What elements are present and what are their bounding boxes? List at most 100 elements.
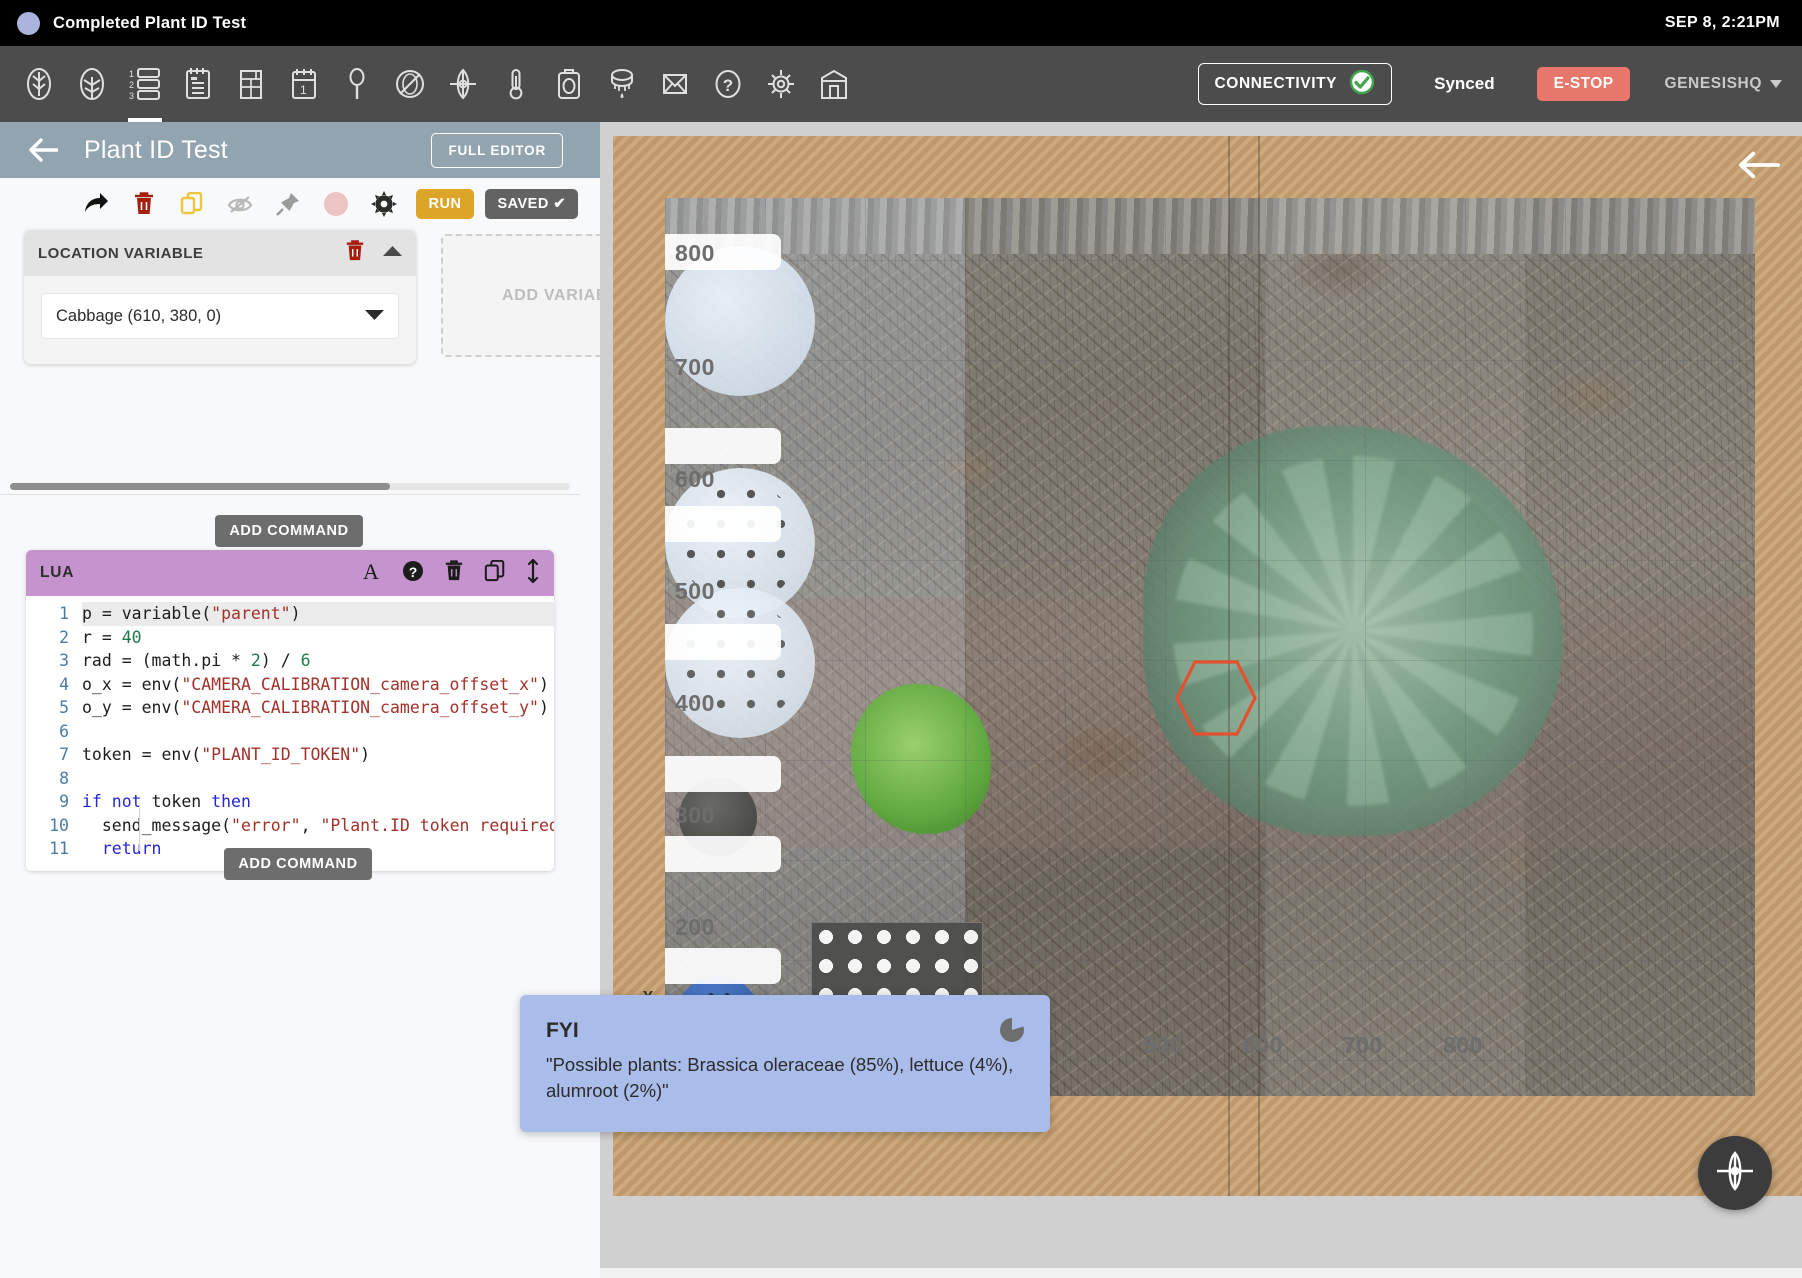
account-menu[interactable]: GENESISHQ [1664, 75, 1782, 93]
trash-icon[interactable] [120, 182, 168, 226]
x-axis-label: 800 [1443, 1032, 1483, 1058]
code-line[interactable]: 7 token = env("PLANT_ID_TOKEN") [26, 743, 554, 767]
code-line-number: 2 [59, 627, 69, 647]
account-label: GENESISHQ [1664, 75, 1762, 92]
chevron-up-icon[interactable] [383, 244, 402, 262]
code-line[interactable]: 1 p = variable("parent") [26, 602, 554, 626]
weeds-icon[interactable] [387, 46, 433, 122]
code-line-text: o_y = env("CAMERA_CALIBRATION_camera_off… [82, 698, 549, 717]
code-line-number: 6 [59, 721, 69, 741]
thermometer-icon[interactable] [493, 46, 539, 122]
variables-strip: ADD VARIABLE LOCATION VARIABLE Cabbage (… [0, 230, 600, 880]
chevron-down-icon [365, 307, 384, 326]
location-variable-card: LOCATION VARIABLE Cabbage (610, 380, 0) [24, 230, 416, 364]
full-editor-button[interactable]: FULL EDITOR [431, 132, 563, 168]
location-variable-header: LOCATION VARIABLE [24, 230, 416, 276]
sequence-editor-panel: Plant ID Test FULL EDITOR RUN SAVED ✔ AD… [0, 122, 600, 1278]
leaf-icon[interactable] [69, 46, 115, 122]
lua-command-card: LUA A ? 1 p = variable("parent") 2 r = 4… [26, 550, 554, 871]
code-line-number: 4 [59, 674, 69, 694]
code-line[interactable]: 5 o_y = env("CAMERA_CALIBRATION_camera_of… [26, 696, 554, 720]
y-axis-tab [665, 756, 781, 792]
regimen-clipboard-icon[interactable] [175, 46, 221, 122]
variables-scrollbar-thumb[interactable] [10, 483, 390, 490]
code-line-number: 8 [59, 768, 69, 788]
camera-icon[interactable] [546, 46, 592, 122]
code-line[interactable]: 8 [26, 767, 554, 791]
code-line[interactable]: 2 r = 40 [26, 626, 554, 650]
add-command-top-button[interactable]: ADD COMMAND [215, 515, 363, 547]
page-title: Plant ID Test [84, 135, 228, 164]
map-pin-icon[interactable] [334, 46, 380, 122]
code-line-text: r = 40 [82, 627, 142, 647]
add-variable-button[interactable]: ADD VARIABLE [441, 234, 600, 357]
share-arrow-icon[interactable] [72, 182, 120, 226]
variables-scrollbar[interactable] [10, 483, 570, 490]
code-line-number: 3 [59, 651, 69, 670]
location-variable-value: Cabbage (610, 380, 0) [56, 306, 222, 325]
code-line[interactable]: 6 [26, 720, 554, 744]
crosshair-locate-button[interactable] [1698, 1136, 1772, 1210]
map-collapse-arrow-icon[interactable] [1738, 144, 1780, 186]
plant-selection-hexagon-icon[interactable] [1173, 658, 1259, 738]
copy-icon[interactable] [484, 559, 506, 587]
lua-code-editor[interactable]: 1 p = variable("parent") 2 r = 40 3 rad = (ma… [26, 596, 554, 871]
trash-icon[interactable] [444, 559, 464, 587]
x-axis-label: 600 [1243, 1032, 1283, 1058]
envelope-icon[interactable] [652, 46, 698, 122]
water-drop-icon[interactable] [599, 46, 645, 122]
code-line-number: 5 [59, 698, 69, 717]
sequence-list-icon[interactable]: 1 2 3 [122, 46, 168, 122]
y-axis-label: 300 [675, 802, 715, 828]
y-axis-label: 600 [675, 466, 715, 492]
gear-icon[interactable] [758, 46, 804, 122]
code-line-text: if not token then [82, 792, 251, 811]
sync-status-label[interactable]: Synced [1434, 74, 1494, 94]
code-line[interactable]: 3 rad = (math.pi * 2) / 6 [26, 649, 554, 673]
code-line[interactable]: 9 if not token then [26, 790, 554, 814]
fyi-toast[interactable]: FYI "Possible plants: Brassica oleraceae… [520, 995, 1050, 1132]
resize-vertical-icon[interactable] [526, 557, 540, 588]
plant-seed-icon[interactable] [16, 46, 62, 122]
add-command-bottom-wrapper: ADD COMMAND [0, 848, 596, 880]
nav-icon-group: 1 2 3 1 ? [0, 46, 864, 122]
help-question-icon[interactable]: ? [705, 46, 751, 122]
code-line-text: o_x = env("CAMERA_CALIBRATION_camera_off… [82, 674, 549, 694]
calendar-icon[interactable]: 1 [281, 46, 327, 122]
help-question-icon[interactable]: ? [402, 560, 424, 587]
trash-icon[interactable] [345, 239, 365, 267]
shed-icon[interactable] [811, 46, 857, 122]
x-axis-label: 500 [1143, 1032, 1183, 1058]
eye-off-icon[interactable] [216, 182, 264, 226]
job-status-dot [17, 11, 40, 35]
sequence-toolbar: RUN SAVED ✔ [0, 178, 600, 230]
copy-icon[interactable] [168, 182, 216, 226]
code-line[interactable]: 4 o_x = env("CAMERA_CALIBRATION_camera_of… [26, 673, 554, 697]
gear-icon[interactable] [360, 182, 408, 226]
color-dot-icon[interactable] [312, 182, 360, 226]
partial-circle-close-icon[interactable] [999, 1017, 1025, 1048]
location-variable-header-icons [345, 239, 402, 267]
run-button[interactable]: RUN [415, 189, 475, 219]
connectivity-button[interactable]: CONNECTIVITY [1197, 63, 1393, 105]
tools-grid-icon[interactable] [228, 46, 274, 122]
saved-button[interactable]: SAVED ✔ [485, 189, 578, 219]
pin-icon[interactable] [264, 182, 312, 226]
code-line[interactable]: 10 send_message("error", "Plant.ID token… [26, 814, 554, 838]
location-variable-select[interactable]: Cabbage (610, 380, 0) [42, 294, 398, 338]
y-axis-tab [665, 948, 781, 984]
target-crosshair-icon[interactable] [440, 46, 486, 122]
x-axis-label: 700 [1343, 1032, 1383, 1058]
lua-code-lines: 1 p = variable("parent") 2 r = 40 3 rad = (ma… [26, 602, 554, 861]
estop-button[interactable]: E-STOP [1536, 67, 1631, 101]
svg-text:1: 1 [129, 69, 134, 79]
back-arrow-icon[interactable] [28, 138, 58, 162]
y-axis-label: 800 [675, 240, 715, 266]
code-line-number: 7 [59, 745, 69, 764]
add-command-bottom-button[interactable]: ADD COMMAND [224, 848, 372, 880]
font-size-icon[interactable]: A [360, 559, 382, 587]
y-axis-label: 200 [675, 914, 715, 940]
y-axis-label: 500 [675, 578, 715, 604]
svg-text:1: 1 [300, 83, 307, 97]
